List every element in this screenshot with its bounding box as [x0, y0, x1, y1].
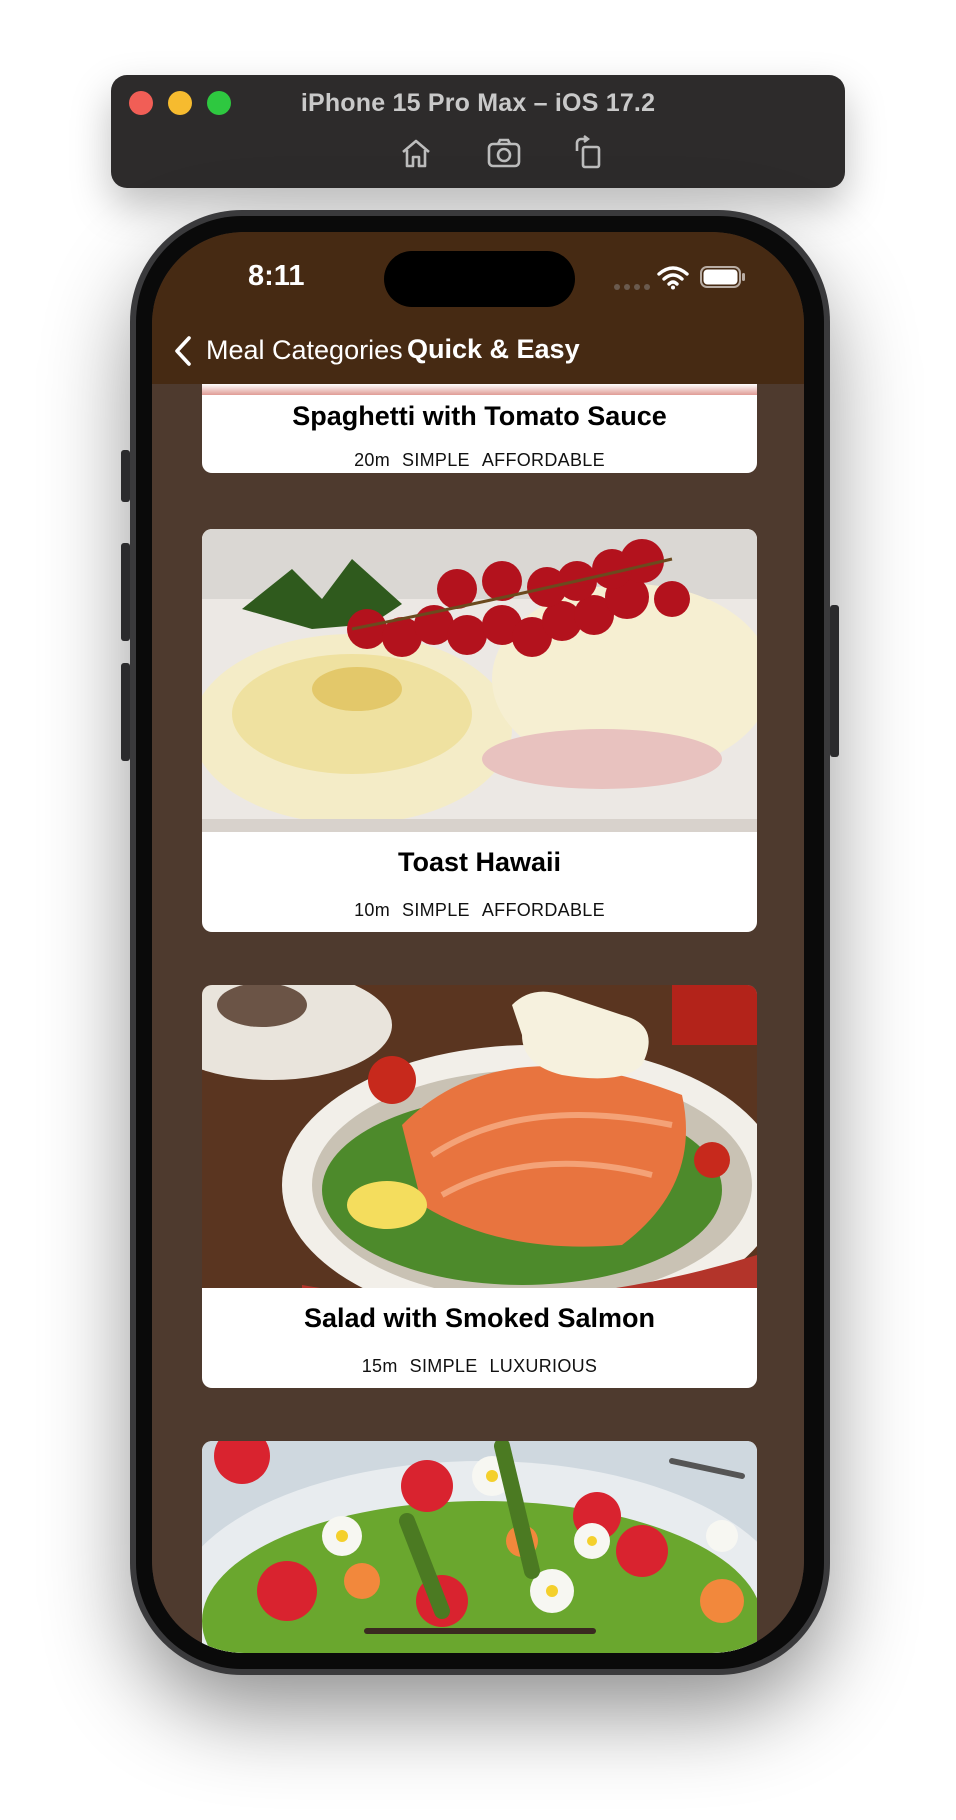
- meal-duration: 10m: [354, 900, 391, 920]
- volume-down-button[interactable]: [121, 663, 130, 761]
- action-button[interactable]: [121, 450, 130, 502]
- meal-image: [202, 985, 757, 1288]
- simulator-toolbar: iPhone 15 Pro Max – iOS 17.2: [111, 75, 845, 188]
- scroll-edge: [202, 384, 757, 406]
- meal-meta: 10m SIMPLE AFFORDABLE: [202, 900, 757, 921]
- side-power-button[interactable]: [830, 605, 839, 757]
- chevron-left-icon[interactable]: [172, 334, 194, 368]
- navigation-bar: 8:11 Meal Categories Quick & Easy: [152, 232, 804, 384]
- status-time: 8:11: [248, 260, 305, 292]
- dynamic-island: [384, 251, 575, 307]
- meal-title: Salad with Smoked Salmon: [303, 1303, 656, 1333]
- volume-up-button[interactable]: [121, 543, 130, 641]
- meal-card-salad-smoked-salmon[interactable]: Salad with Smoked Salmon 15m SIMPLE LUXURI…: [202, 985, 757, 1388]
- screenshot-camera-icon[interactable]: [486, 135, 522, 171]
- meal-complexity: SIMPLE: [402, 900, 470, 920]
- meal-complexity: SIMPLE: [409, 1356, 478, 1376]
- page-title: Quick & Easy: [407, 334, 580, 364]
- meal-title: Toast Hawaii: [397, 847, 562, 877]
- meal-image: [202, 1441, 757, 1653]
- meal-image: [202, 529, 757, 832]
- home-icon[interactable]: [398, 135, 434, 171]
- meal-meta: 20m SIMPLE AFFORDABLE: [202, 450, 757, 471]
- rotate-icon[interactable]: [571, 135, 607, 171]
- home-indicator[interactable]: [364, 1628, 596, 1634]
- meal-duration: 20m: [354, 450, 391, 470]
- meal-card-asparagus-salad[interactable]: [202, 1441, 757, 1653]
- meal-card-toast-hawaii[interactable]: Toast Hawaii 10m SIMPLE AFFORDABLE: [202, 529, 757, 932]
- wifi-icon: [657, 266, 689, 290]
- meal-list[interactable]: Spaghetti with Tomato Sauce 20m SIMPLE AFF…: [152, 384, 804, 1653]
- simulator-title: iPhone 15 Pro Max – iOS 17.2: [300, 89, 656, 117]
- cellular-signal-icon: [614, 284, 654, 290]
- meal-affordability: AFFORDABLE: [481, 450, 605, 470]
- back-button[interactable]: Meal Categories: [206, 335, 403, 366]
- meal-duration: 15m: [361, 1356, 398, 1376]
- battery-icon: [700, 266, 745, 288]
- meal-affordability: AFFORDABLE: [481, 900, 605, 920]
- meal-meta: 15m SIMPLE LUXURIOUS: [202, 1356, 757, 1377]
- meal-affordability: LUXURIOUS: [489, 1356, 598, 1376]
- meal-complexity: SIMPLE: [402, 450, 470, 470]
- phone-screen: 8:11 Meal Categories Quick & Easy Spaghe…: [152, 232, 804, 1653]
